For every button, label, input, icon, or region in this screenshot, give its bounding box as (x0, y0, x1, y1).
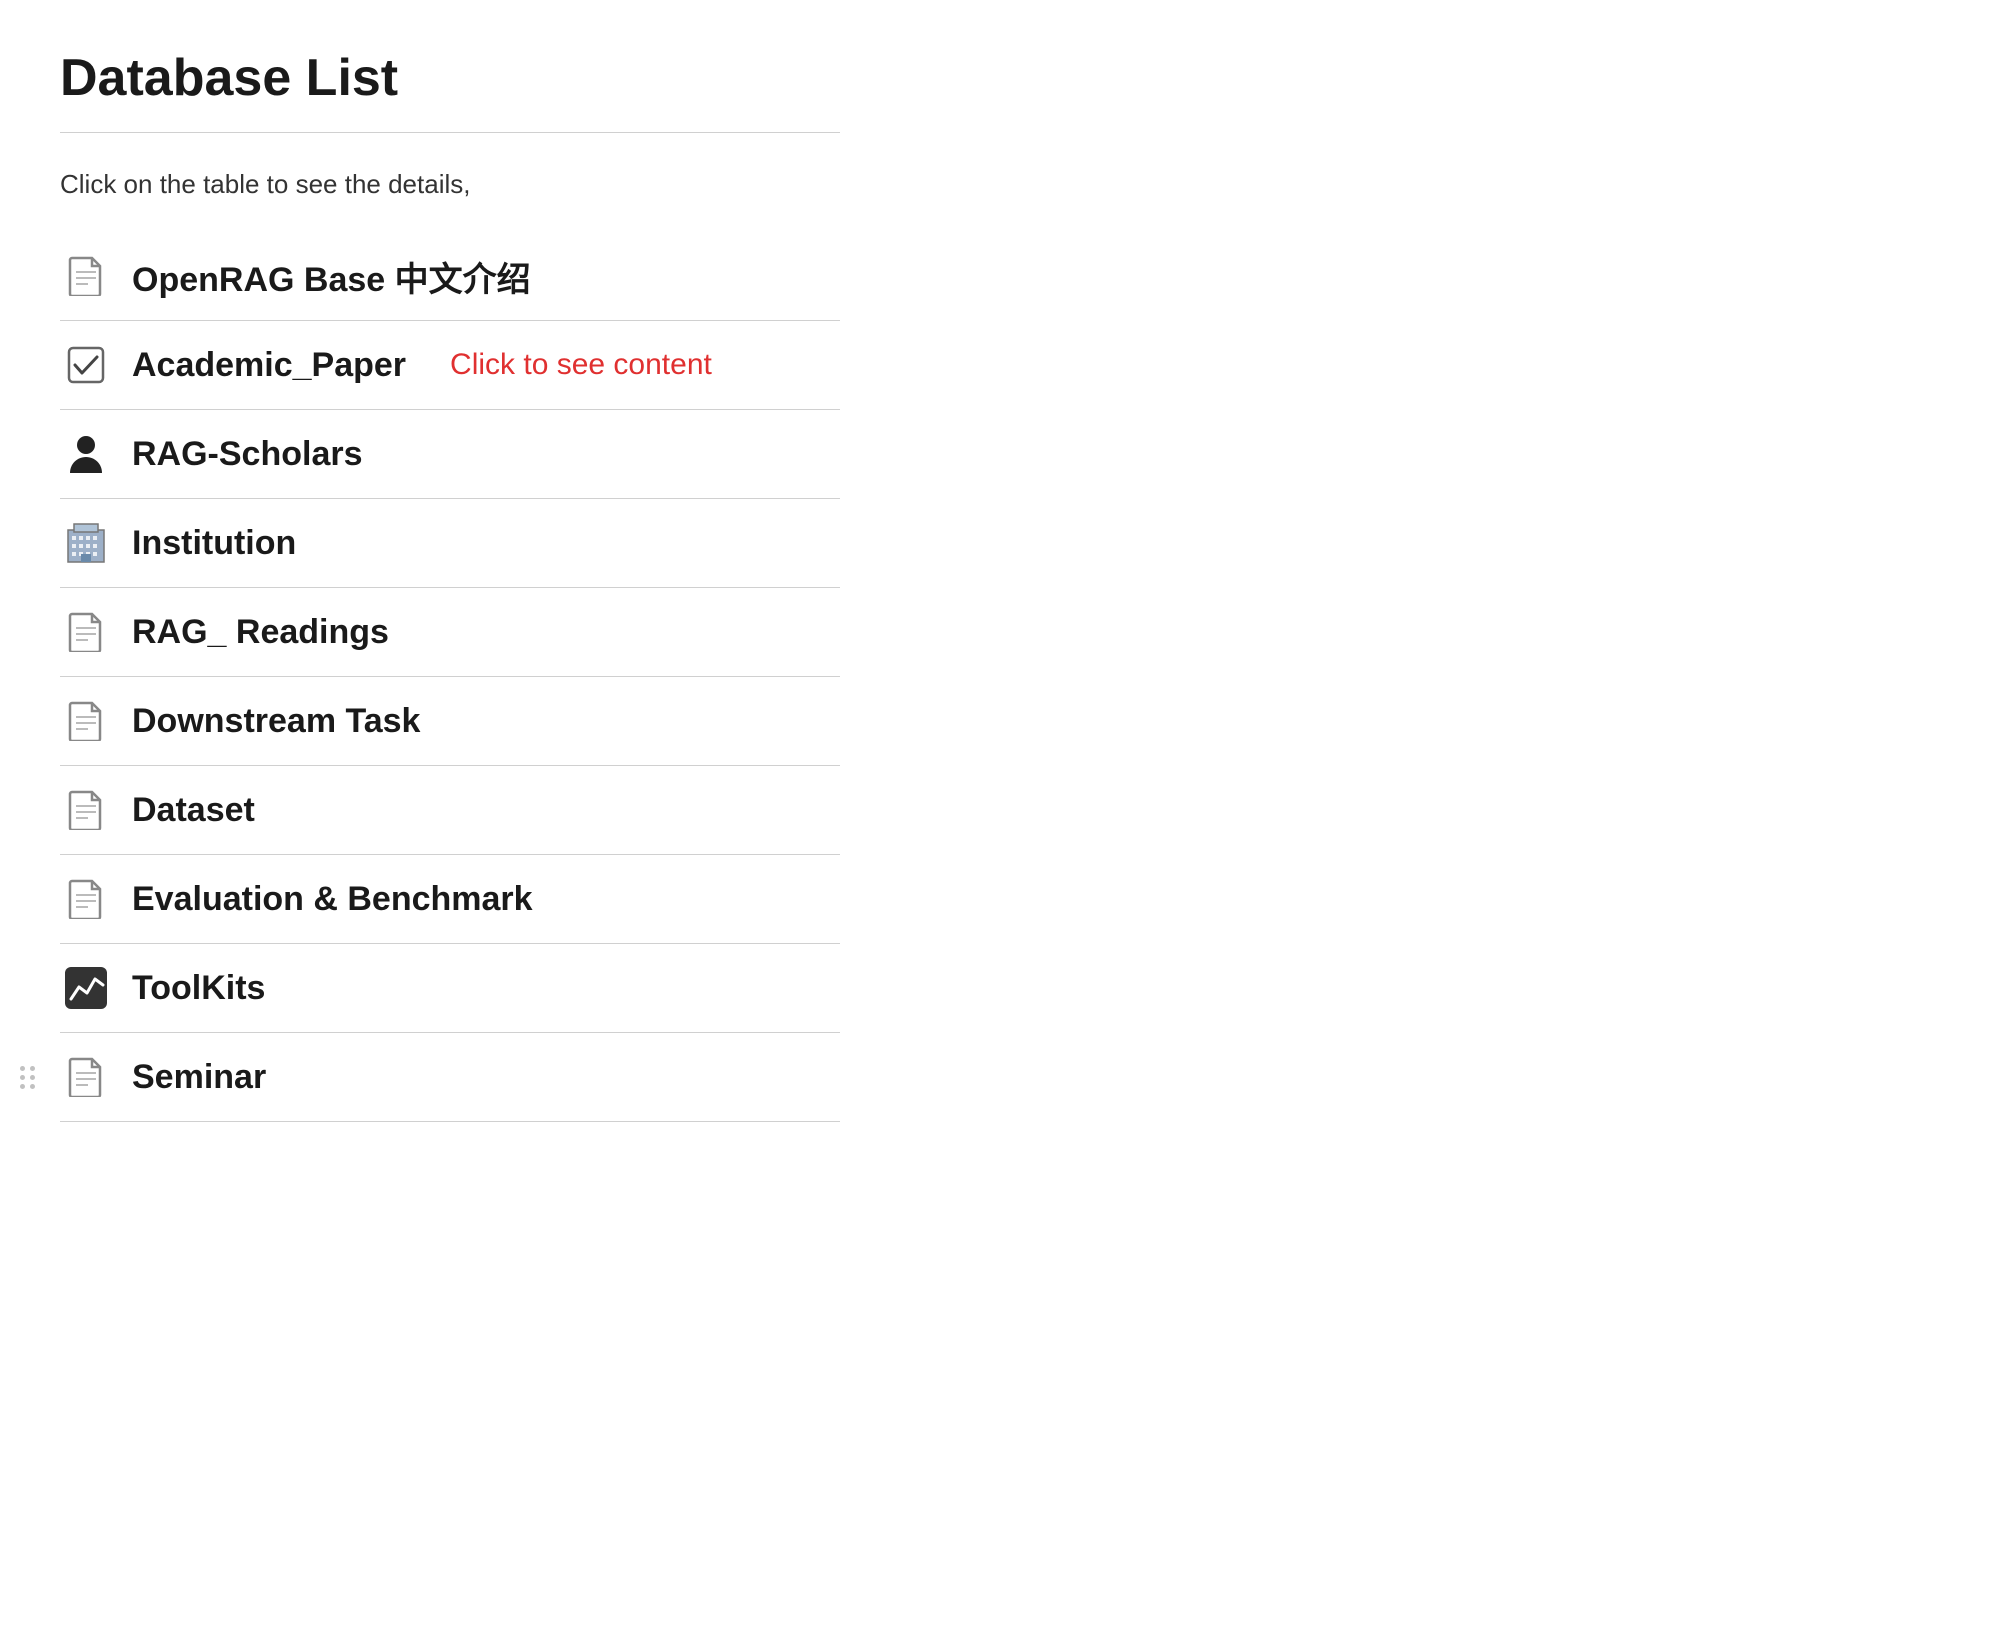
building-icon (60, 517, 112, 569)
doc-icon (60, 784, 112, 836)
doc-icon (60, 606, 112, 658)
item-label: RAG_ Readings (132, 613, 389, 652)
list-item-toolkits[interactable]: ToolKits (60, 944, 840, 1033)
item-label: Evaluation & Benchmark (132, 880, 533, 919)
item-label: OpenRAG Base 中文介绍 (132, 252, 531, 301)
list-item-institution[interactable]: Institution (60, 499, 840, 588)
drag-handle[interactable] (20, 1066, 35, 1089)
doc-icon (60, 695, 112, 747)
subtitle: Click on the table to see the details, (60, 169, 840, 200)
item-label: Institution (132, 524, 296, 563)
list-item-downstream-task[interactable]: Downstream Task (60, 677, 840, 766)
list-item-openrag-base[interactable]: OpenRAG Base 中文介绍 (60, 232, 840, 321)
click-hint: Click to see content (450, 348, 712, 382)
chart-icon (60, 962, 112, 1014)
item-label: ToolKits (132, 969, 265, 1008)
item-label: RAG-Scholars (132, 435, 363, 474)
list-item-rag-readings[interactable]: RAG_ Readings (60, 588, 840, 677)
list-item-rag-scholars[interactable]: RAG-Scholars (60, 410, 840, 499)
doc-icon (60, 250, 112, 302)
person-icon (60, 428, 112, 480)
checkbox-icon (60, 339, 112, 391)
title-divider (60, 132, 840, 133)
item-label: Academic_Paper (132, 346, 406, 385)
list-item-academic-paper[interactable]: Academic_Paper Click to see content (60, 321, 840, 410)
doc-icon (60, 873, 112, 925)
list-item-seminar[interactable]: Seminar (60, 1033, 840, 1122)
list-item-dataset[interactable]: Dataset (60, 766, 840, 855)
doc-icon (60, 1051, 112, 1103)
list-item-evaluation-benchmark[interactable]: Evaluation & Benchmark (60, 855, 840, 944)
item-label: Dataset (132, 791, 255, 830)
page-title: Database List (60, 48, 840, 108)
item-label: Seminar (132, 1058, 266, 1097)
item-label: Downstream Task (132, 702, 420, 741)
database-list: OpenRAG Base 中文介绍 Academic_Paper Click to… (60, 232, 840, 1122)
